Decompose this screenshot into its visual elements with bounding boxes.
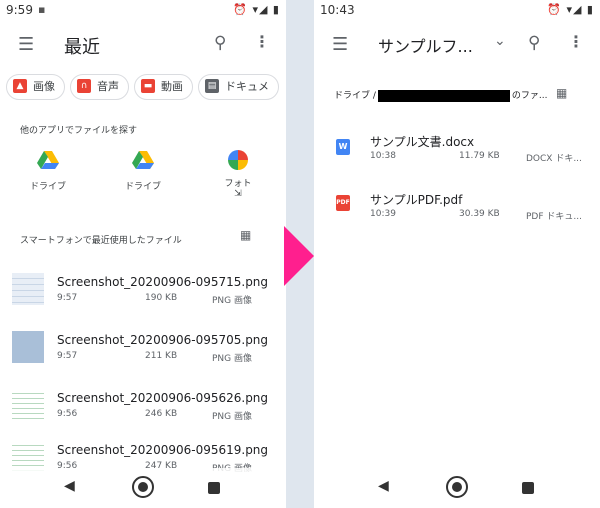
file-name: Screenshot_20200906-095705.png: [57, 333, 269, 347]
breadcrumb-current: のファ...: [511, 91, 548, 101]
home-icon[interactable]: [132, 476, 154, 498]
chip-label: 動画: [161, 80, 183, 93]
comparison-screen: 9:59 ▪ ⏰ ▾◢ ▮ ☰ 最近 ⚲ ⋮ ▲ 画像 ∩ 音声 ▬ 動画 ▤ ドキュメ 他の…: [0, 0, 600, 508]
status-time: 9:59: [6, 3, 33, 17]
file-type: PDF ドキュ...: [526, 212, 582, 222]
app-bar: ☰ サンプルフ... ⌄ ⚲ ⋮: [314, 20, 600, 70]
app-bar: ☰ 最近 ⚲ ⋮: [0, 20, 286, 70]
file-thumbnail: [12, 389, 44, 421]
status-icons: ⏰ ▾◢ ▮: [233, 3, 280, 16]
navigation-bar: ◀: [0, 468, 286, 508]
menu-icon[interactable]: ☰: [332, 34, 348, 55]
file-name: サンプル文書.docx: [370, 135, 475, 149]
grid-view-icon[interactable]: ▦: [240, 228, 251, 242]
file-name: サンプルPDF.pdf: [370, 193, 463, 207]
folder-title: サンプルフ...: [378, 37, 473, 56]
chip-label: ドキュメ: [225, 80, 269, 93]
notification-icon: ▪: [38, 3, 46, 16]
back-icon[interactable]: ◀: [64, 478, 75, 494]
chip-video[interactable]: ▬ 動画: [134, 74, 193, 100]
drive-icon: [37, 151, 59, 169]
more-options-icon[interactable]: ⋮: [568, 32, 584, 51]
file-name: Screenshot_20200906-095619.png: [57, 443, 269, 457]
file-thumbnail: [12, 273, 44, 305]
file-time: 9:57: [57, 293, 78, 303]
app-label: ドライブ: [124, 182, 161, 192]
external-link-icon: ⇲: [234, 189, 242, 199]
word-doc-icon: W: [336, 139, 350, 155]
app-photos[interactable]: フォト ⇲: [210, 150, 266, 199]
left-phone-screen: 9:59 ▪ ⏰ ▾◢ ▮ ☰ 最近 ⚲ ⋮ ▲ 画像 ∩ 音声 ▬ 動画 ▤ ドキュメ 他の…: [0, 0, 286, 508]
chip-documents[interactable]: ▤ ドキュメ: [198, 74, 279, 100]
file-type: PNG 画像: [212, 296, 252, 306]
app-label: ドライブ: [29, 182, 66, 192]
recent-apps-icon[interactable]: [522, 482, 534, 494]
file-row[interactable]: PDF サンプルPDF.pdf 10:39 30.39 KB PDF ドキュ..…: [314, 189, 600, 247]
file-type: DOCX ドキ...: [526, 154, 582, 164]
app-drive-1[interactable]: ドライブ: [20, 150, 76, 192]
file-row[interactable]: W サンプル文書.docx 10:38 11.79 KB DOCX ドキ...: [314, 131, 600, 189]
grid-view-icon[interactable]: ▦: [556, 86, 567, 100]
chip-label: 画像: [33, 80, 55, 93]
file-size: 30.39 KB: [459, 209, 500, 219]
breadcrumb-root[interactable]: ドライブ /: [334, 91, 376, 101]
recent-apps-icon[interactable]: [208, 482, 220, 494]
drive-icon: [132, 151, 154, 169]
file-size: 190 KB: [145, 293, 178, 303]
redacted-path: [377, 89, 510, 102]
status-time: 10:43: [320, 3, 355, 17]
right-phone-screen: 10:43 ⏰ ▾◢ ▮ ☰ サンプルフ... ⌄ ⚲ ⋮ ドライブ / のファ.…: [314, 0, 600, 508]
status-bar: 9:59 ▪ ⏰ ▾◢ ▮: [0, 0, 286, 20]
chevron-down-icon[interactable]: ⌄: [494, 33, 506, 49]
chip-images[interactable]: ▲ 画像: [6, 74, 65, 100]
home-icon[interactable]: [446, 476, 468, 498]
app-drive-2[interactable]: ドライブ: [115, 150, 171, 192]
photos-icon: [228, 150, 248, 170]
navigation-bar: ◀: [314, 468, 600, 508]
pdf-icon: PDF: [336, 195, 350, 211]
page-title: 最近: [64, 37, 100, 58]
menu-icon[interactable]: ☰: [18, 34, 34, 55]
file-size: 11.79 KB: [459, 151, 500, 161]
status-icons: ⏰ ▾◢ ▮: [547, 3, 594, 16]
file-time: 10:38: [370, 151, 396, 161]
headphones-icon: ∩: [77, 78, 91, 93]
chip-label: 音声: [97, 80, 119, 93]
file-time: 9:56: [57, 409, 78, 419]
file-row[interactable]: Screenshot_20200906-095705.png 9:57 211 …: [0, 331, 286, 389]
breadcrumb: ドライブ / のファ...: [334, 88, 548, 102]
search-icon[interactable]: ⚲: [214, 33, 226, 53]
video-icon: ▬: [141, 78, 155, 93]
chip-audio[interactable]: ∩ 音声: [70, 74, 129, 100]
category-chips: ▲ 画像 ∩ 音声 ▬ 動画 ▤ ドキュメ: [6, 74, 286, 104]
apps-heading: 他のアプリでファイルを探す: [20, 126, 138, 136]
other-apps-row: ドライブ ドライブ フォト ⇲: [0, 150, 286, 214]
file-thumbnail: [12, 331, 44, 363]
more-options-icon[interactable]: ⋮: [254, 32, 270, 51]
file-size: 246 KB: [145, 409, 178, 419]
document-icon: ▤: [205, 78, 219, 93]
file-time: 9:57: [57, 351, 78, 361]
search-icon[interactable]: ⚲: [528, 33, 540, 53]
file-type: PNG 画像: [212, 412, 252, 422]
file-name: Screenshot_20200906-095626.png: [57, 391, 269, 405]
image-icon: ▲: [13, 78, 27, 93]
back-icon[interactable]: ◀: [378, 478, 389, 494]
app-label: フォト: [224, 179, 252, 189]
file-size: 211 KB: [145, 351, 178, 361]
file-row[interactable]: Screenshot_20200906-095715.png 9:57 190 …: [0, 273, 286, 331]
file-time: 10:39: [370, 209, 396, 219]
file-row[interactable]: Screenshot_20200906-095626.png 9:56 246 …: [0, 389, 286, 447]
status-bar: 10:43 ⏰ ▾◢ ▮: [314, 0, 600, 20]
recent-files-heading: スマートフォンで最近使用したファイル: [20, 236, 182, 246]
file-type: PNG 画像: [212, 354, 252, 364]
pink-arrow-icon: [284, 226, 314, 286]
file-name: Screenshot_20200906-095715.png: [57, 275, 269, 289]
